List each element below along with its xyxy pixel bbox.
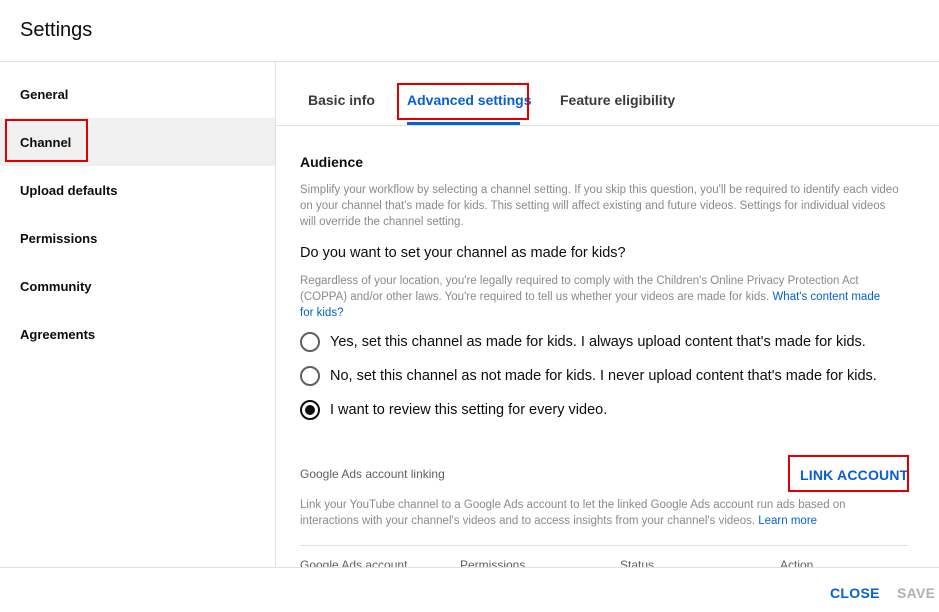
sidebar-item-agreements[interactable]: Agreements: [0, 310, 275, 358]
sidebar-item-label: Channel: [20, 134, 72, 150]
tab-basic-info[interactable]: Basic info: [308, 92, 375, 108]
audience-title: Audience: [300, 154, 364, 170]
sidebar-item-general[interactable]: General: [0, 70, 275, 118]
tab-advanced-settings[interactable]: Advanced settings: [407, 92, 531, 108]
sidebar-item-label: Community: [20, 278, 92, 294]
dialog-header: Settings: [0, 0, 939, 62]
radio-button-selected[interactable]: [300, 400, 320, 420]
google-ads-description: Link your YouTube channel to a Google Ad…: [300, 497, 890, 529]
coppa-legal-text: Regardless of your location, you're lega…: [300, 273, 890, 321]
settings-sidebar: General Channel Upload defaults Permissi…: [0, 62, 276, 567]
link-account-button[interactable]: LINK ACCOUNT: [800, 467, 908, 483]
radio-option-made-for-kids[interactable]: Yes, set this channel as made for kids. …: [300, 331, 866, 353]
advanced-settings-panel: Audience Simplify your workflow by selec…: [276, 127, 939, 567]
radio-option-not-made-for-kids[interactable]: No, set this channel as not made for kid…: [300, 365, 877, 387]
radio-label: I want to review this setting for every …: [330, 402, 608, 418]
sidebar-item-label: General: [20, 86, 69, 102]
radio-label: No, set this channel as not made for kid…: [330, 368, 877, 384]
sidebar-item-label: Agreements: [20, 326, 96, 342]
table-header-status: Status: [620, 558, 655, 567]
audience-description: Simplify your workflow by selecting a ch…: [300, 184, 899, 228]
google-ads-linking-title: Google Ads account linking: [300, 467, 445, 481]
radio-button[interactable]: [300, 332, 320, 352]
save-button[interactable]: SAVE: [897, 585, 935, 601]
made-for-kids-question: Do you want to set your channel as made …: [300, 245, 626, 261]
radio-button[interactable]: [300, 366, 320, 386]
sidebar-item-label: Upload defaults: [20, 182, 118, 198]
active-tab-indicator: [407, 122, 520, 125]
sidebar-item-upload-defaults[interactable]: Upload defaults: [0, 166, 275, 214]
dialog-title: Settings: [20, 19, 93, 41]
radio-option-review-every-video[interactable]: I want to review this setting for every …: [300, 399, 607, 421]
dialog-footer: CLOSE SAVE: [0, 567, 939, 612]
learn-more-link[interactable]: Learn more: [758, 515, 817, 527]
table-header-permissions: Permissions: [460, 558, 526, 567]
tab-feature-eligibility[interactable]: Feature eligibility: [560, 92, 675, 108]
sidebar-item-community[interactable]: Community: [0, 262, 275, 310]
sidebar-item-permissions[interactable]: Permissions: [0, 214, 275, 262]
sidebar-item-channel[interactable]: Channel: [0, 118, 275, 166]
settings-tabs: Basic info Advanced settings Feature eli…: [276, 62, 939, 126]
table-divider: [300, 545, 908, 546]
close-button[interactable]: CLOSE: [830, 585, 880, 601]
table-header-google-ads-account: Google Ads account: [300, 558, 408, 567]
table-header-action: Action: [780, 558, 814, 567]
radio-label: Yes, set this channel as made for kids. …: [330, 334, 866, 350]
sidebar-item-label: Permissions: [20, 230, 98, 246]
